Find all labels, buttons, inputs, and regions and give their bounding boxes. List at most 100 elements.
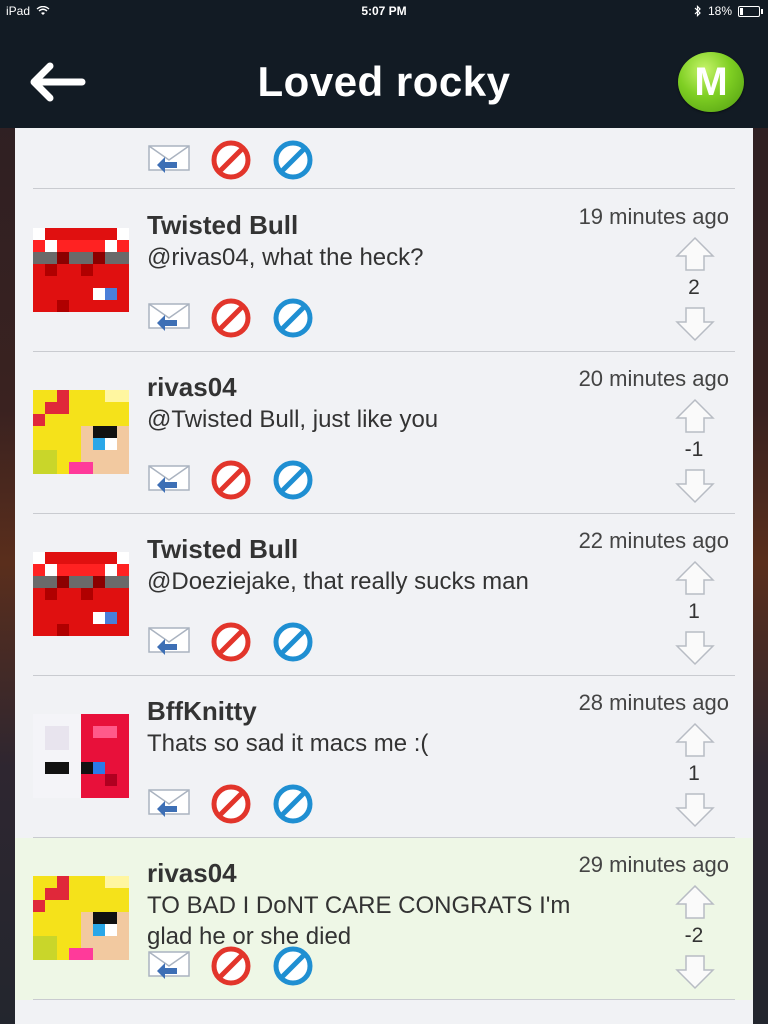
comment-item: Twisted Bull @rivas04, what the heck? 19… (15, 190, 753, 352)
battery-fill (740, 7, 743, 15)
comment-text: @rivas04, what the heck? (147, 244, 424, 271)
vote-score: -1 (684, 438, 704, 461)
comment-text: @Doeziejake, that really sucks man (147, 568, 529, 595)
vote-down-button[interactable] (673, 954, 717, 990)
comment-time: 20 minutes ago (578, 366, 729, 391)
battery-percent: 18% (707, 4, 732, 18)
vote-up-button[interactable] (673, 236, 717, 272)
block-button[interactable] (271, 622, 315, 662)
reply-mail-icon (148, 465, 190, 493)
comment-text: TO BAD I DoNT CARE CONGRATS I'm glad he … (147, 892, 571, 950)
reply-button[interactable] (147, 298, 191, 338)
vote-control: -2 (669, 884, 719, 990)
vote-score: -2 (684, 924, 704, 947)
comment-text: @Twisted Bull, just like you (147, 406, 439, 433)
comment-item: rivas04 TO BAD I DoNT CARE CONGRATS I'm … (15, 838, 753, 1000)
vote-control: 1 (669, 722, 719, 828)
vote-up-button[interactable] (673, 560, 717, 596)
vote-down-button[interactable] (673, 306, 717, 342)
divider (33, 188, 735, 189)
battery-icon (738, 5, 763, 17)
block-button[interactable] (271, 784, 315, 824)
reply-button[interactable] (147, 784, 191, 824)
block-icon (273, 298, 313, 338)
vote-down-icon (675, 631, 715, 666)
vote-control: 2 (669, 236, 719, 342)
block-icon (273, 784, 313, 824)
comment-actions (147, 460, 315, 500)
vote-up-button[interactable] (673, 884, 717, 920)
comment-actions (147, 140, 315, 180)
avatar[interactable] (33, 390, 129, 474)
vote-down-button[interactable] (673, 468, 717, 504)
vote-score: 1 (688, 600, 700, 623)
vote-down-icon (675, 793, 715, 828)
flag-no-icon (211, 460, 251, 500)
block-button[interactable] (271, 140, 315, 180)
flag-no-icon (211, 784, 251, 824)
vote-up-button[interactable] (673, 722, 717, 758)
block-icon (273, 622, 313, 662)
block-button[interactable] (271, 460, 315, 500)
reply-button[interactable] (147, 460, 191, 500)
vote-down-button[interactable] (673, 630, 717, 666)
comment-time: 29 minutes ago (578, 852, 729, 877)
avatar[interactable] (33, 714, 129, 798)
vote-up-icon (675, 236, 715, 271)
comment-time: 22 minutes ago (578, 528, 729, 553)
nav-bar: Loved rocky M (0, 24, 768, 128)
reply-mail-icon (148, 627, 190, 655)
comment-text: Thats so sad it macs me :( (147, 730, 429, 757)
block-button[interactable] (271, 946, 315, 986)
vote-down-icon (675, 955, 715, 990)
comment-author[interactable]: Twisted Bull (147, 210, 298, 241)
block-icon (273, 460, 313, 500)
flag-no-icon (211, 298, 251, 338)
vote-up-button[interactable] (673, 398, 717, 434)
comment-actions (147, 298, 315, 338)
comment-item: Twisted Bull @Doeziejake, that really su… (15, 514, 753, 676)
vote-up-icon (675, 722, 715, 757)
comment-time: 19 minutes ago (578, 204, 729, 229)
vote-up-icon (675, 560, 715, 595)
block-icon (273, 946, 313, 986)
vote-score: 1 (688, 762, 700, 785)
avatar[interactable] (33, 228, 129, 312)
vote-control: 1 (669, 560, 719, 666)
flag-button[interactable] (209, 140, 253, 180)
app-logo-button[interactable]: M (678, 52, 744, 112)
vote-up-icon (675, 398, 715, 433)
comment-actions (147, 622, 315, 662)
flag-button[interactable] (209, 946, 253, 986)
comment-actions (147, 784, 315, 824)
block-button[interactable] (271, 298, 315, 338)
reply-button[interactable] (147, 140, 191, 180)
block-icon (273, 140, 313, 180)
bluetooth-icon (694, 5, 701, 17)
vote-score: 2 (688, 276, 700, 299)
reply-button[interactable] (147, 622, 191, 662)
reply-mail-icon (148, 303, 190, 331)
flag-button[interactable] (209, 460, 253, 500)
comment-actions (147, 946, 315, 986)
page-title: Loved rocky (257, 58, 511, 105)
flag-button[interactable] (209, 784, 253, 824)
reply-button[interactable] (147, 946, 191, 986)
vote-down-button[interactable] (673, 792, 717, 828)
vote-up-icon (675, 884, 715, 919)
divider (33, 999, 735, 1000)
vote-down-icon (675, 307, 715, 342)
comment-author[interactable]: rivas04 (147, 372, 237, 403)
comments-list: Twisted Bull @rivas04, what the heck? 19… (15, 128, 753, 1024)
avatar[interactable] (33, 876, 129, 960)
flag-button[interactable] (209, 622, 253, 662)
flag-button[interactable] (209, 298, 253, 338)
reply-mail-icon (148, 951, 190, 979)
comment-author[interactable]: Twisted Bull (147, 534, 298, 565)
reply-mail-icon (148, 145, 190, 173)
status-time: 5:07 PM (361, 4, 407, 18)
avatar[interactable] (33, 552, 129, 636)
comment-time: 28 minutes ago (578, 690, 729, 715)
comment-author[interactable]: BffKnitty (147, 696, 257, 727)
comment-author[interactable]: rivas04 (147, 858, 237, 889)
